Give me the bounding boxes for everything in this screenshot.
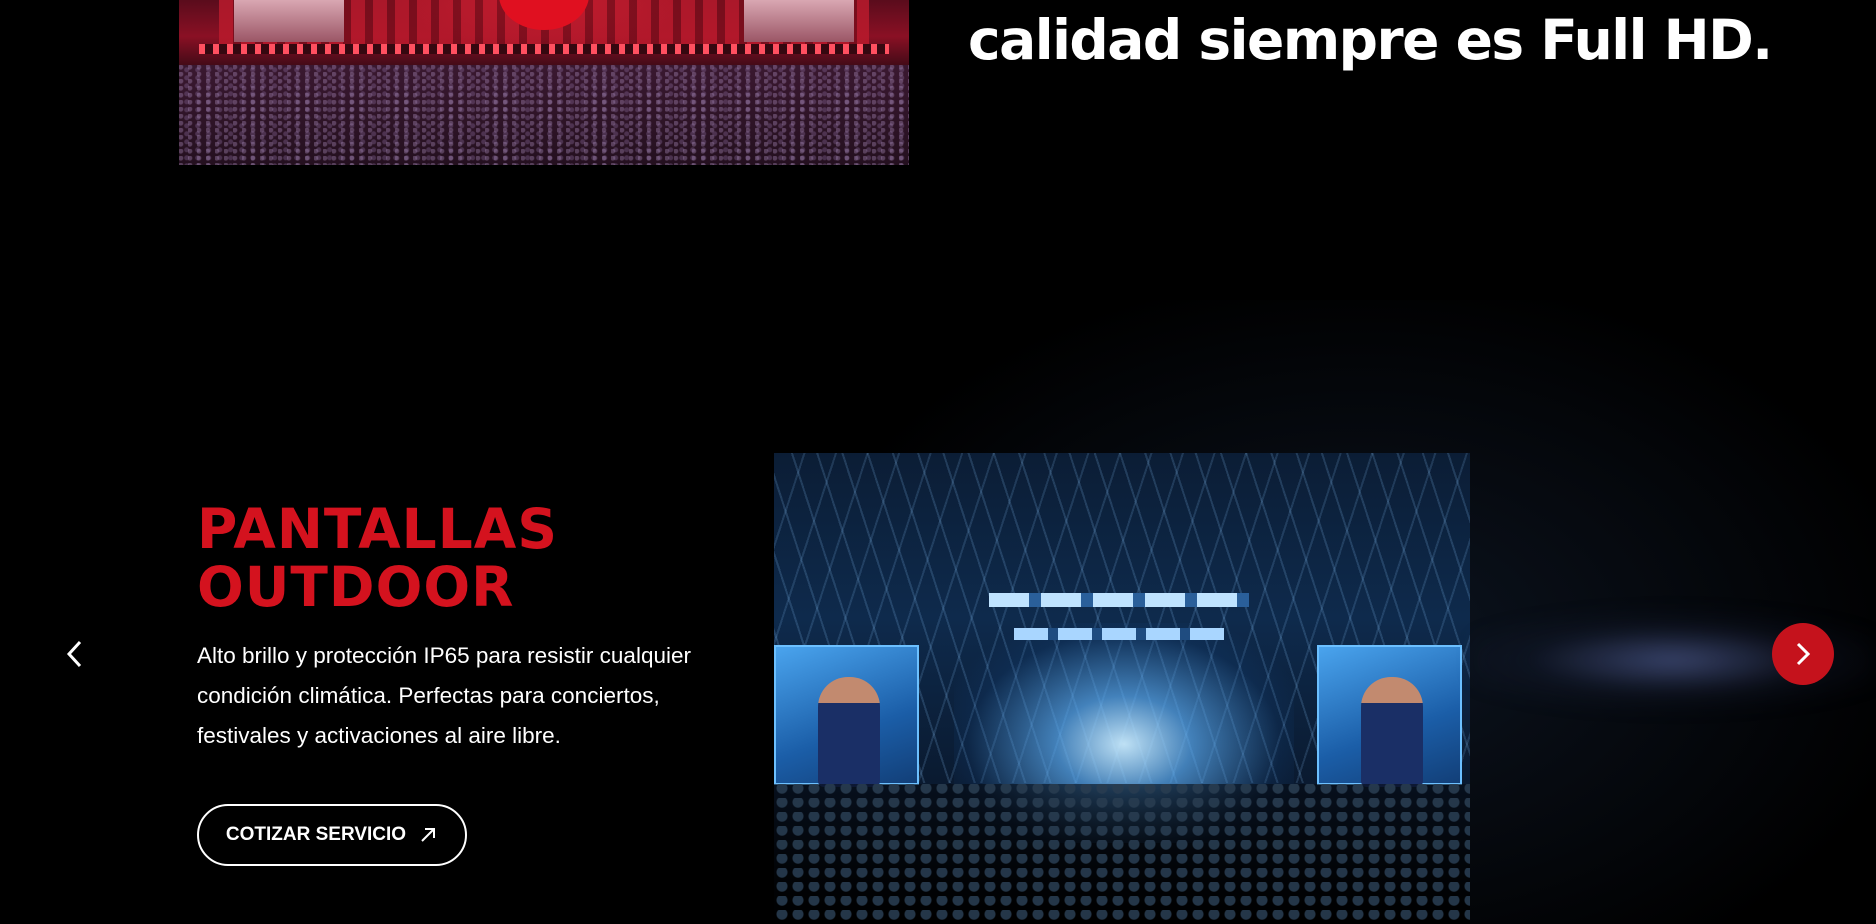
light-rail	[199, 44, 889, 54]
video-screen-right	[1317, 645, 1462, 787]
singer-figure	[1361, 677, 1423, 787]
singer-figure	[818, 677, 880, 787]
stage-screen-left	[234, 0, 344, 42]
cotizar-servicio-button[interactable]: COTIZAR SERVICIO	[197, 804, 467, 866]
cta-label: COTIZAR SERVICIO	[225, 824, 407, 845]
concert-photo-top	[179, 0, 909, 165]
audience	[774, 784, 1470, 924]
headline-text: calidad siempre es Full HD.	[968, 8, 1773, 72]
crowd	[179, 65, 909, 165]
slider-next-button[interactable]	[1772, 623, 1834, 685]
slider-prev-button[interactable]	[56, 634, 92, 674]
stage-truss-lower	[1014, 628, 1224, 640]
stage-screen-right	[744, 0, 854, 42]
slide-title-line-2: OUTDOOR	[197, 555, 515, 619]
slide-title-line-1: PANTALLAS	[197, 497, 558, 561]
slide-image	[774, 453, 1470, 924]
chevron-left-icon	[66, 640, 82, 668]
slide-title: PANTALLAS OUTDOOR	[197, 500, 558, 616]
chevron-right-icon	[1796, 642, 1811, 666]
stage-truss	[989, 593, 1249, 607]
arrow-up-right-icon	[421, 828, 436, 842]
slide-description: Alto brillo y protección IP65 para resis…	[197, 643, 691, 748]
video-screen-left	[774, 645, 919, 787]
